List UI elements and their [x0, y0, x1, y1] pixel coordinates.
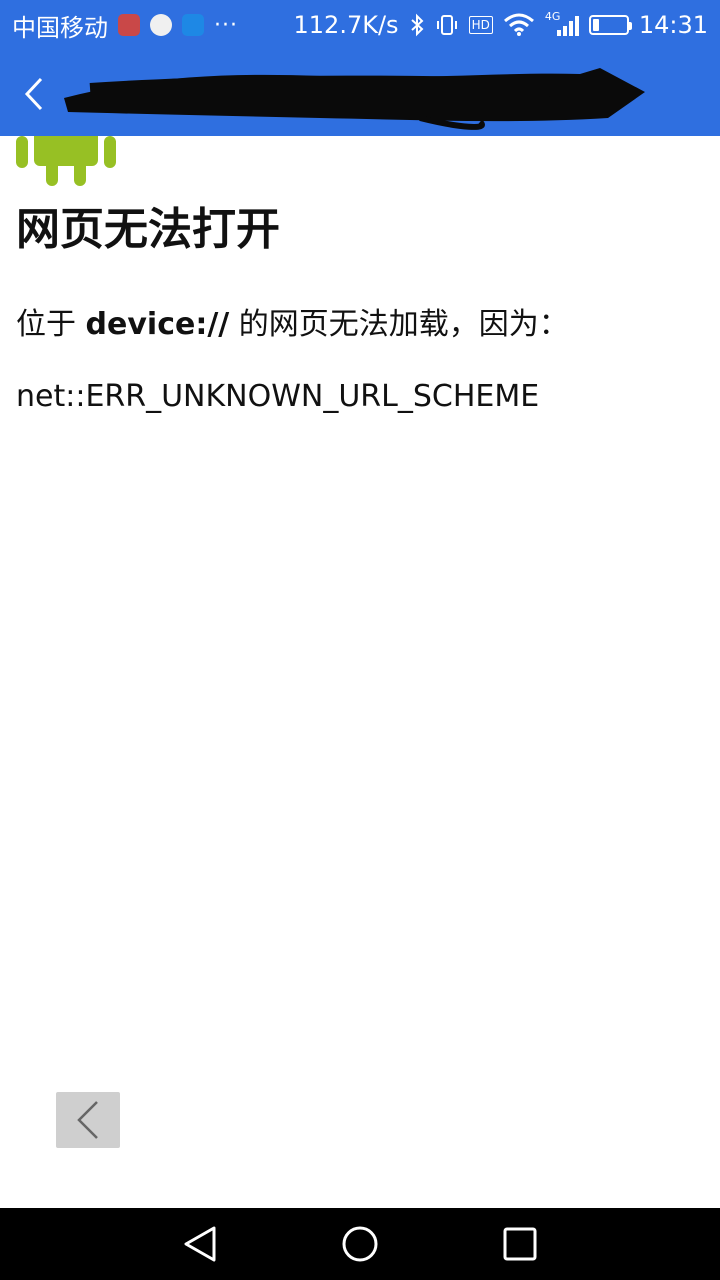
chevron-left-icon [24, 77, 43, 111]
chevron-left-icon [77, 1101, 98, 1139]
nav-back-button[interactable] [178, 1222, 222, 1266]
error-url: device:// [85, 307, 230, 342]
status-bar: 中国移动 ··· 112.7K/s HD 4G 14:31 [0, 0, 720, 50]
wifi-icon [503, 13, 535, 37]
status-left: 中国移动 ··· [12, 8, 238, 43]
triangle-back-icon [184, 1226, 216, 1262]
carrier-name: 中国移动 [12, 13, 108, 42]
back-button[interactable] [14, 72, 54, 116]
battery-icon [588, 15, 632, 35]
circle-home-icon [342, 1226, 378, 1262]
network-speed: 112.7K/s [293, 11, 399, 39]
square-recents-icon [503, 1227, 537, 1261]
vibrate-icon [435, 13, 459, 37]
error-code: net::ERR_UNKNOWN_URL_SCHEME [16, 379, 540, 414]
android-logo [14, 136, 118, 188]
redacted-title [64, 68, 645, 130]
more-notifications-icon: ··· [214, 12, 238, 38]
error-suffix: 的网页无法加载，因为： [229, 307, 569, 342]
app-bar [0, 50, 720, 136]
page-title: 网页无法打开 [16, 204, 280, 255]
app-notification-icon [150, 14, 172, 36]
status-right: 112.7K/s HD 4G 14:31 [274, 10, 708, 39]
web-back-button[interactable] [56, 1092, 120, 1148]
nav-home-button[interactable] [338, 1222, 382, 1266]
hd-icon: HD [468, 16, 493, 34]
battery-level [592, 19, 599, 31]
app-notification-icon [118, 14, 140, 36]
signal-icon: 4G [545, 10, 579, 38]
nav-recents-button[interactable] [498, 1222, 542, 1266]
clock: 14:31 [638, 11, 708, 39]
message-icon [182, 14, 204, 36]
error-description: 位于 device:// 的网页无法加载，因为： [16, 300, 569, 350]
bluetooth-icon [409, 13, 425, 37]
error-prefix: 位于 [16, 307, 86, 342]
navigation-bar [0, 1208, 720, 1280]
